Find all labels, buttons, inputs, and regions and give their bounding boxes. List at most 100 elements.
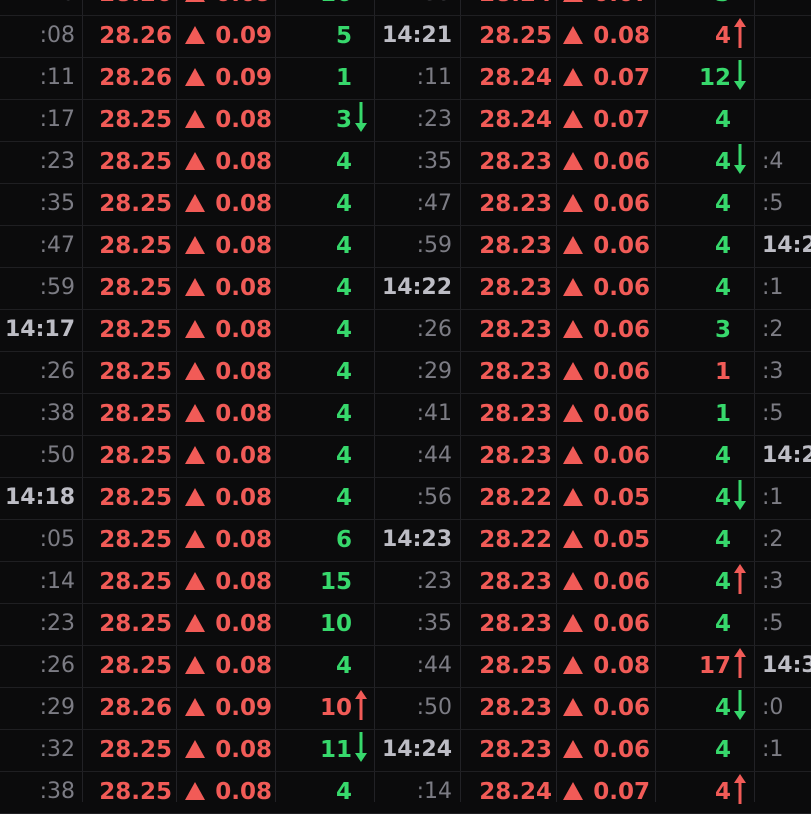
triangle-up-icon bbox=[185, 572, 206, 590]
change-number: 0.06 bbox=[593, 149, 650, 175]
change-value: 0.08 bbox=[185, 183, 272, 225]
volume-value: 10 bbox=[320, 687, 368, 729]
change-number: 0.06 bbox=[593, 443, 650, 469]
triangle-up-icon bbox=[563, 152, 584, 170]
trade-time: :59 bbox=[416, 233, 452, 258]
volume-value: 15 bbox=[320, 561, 352, 603]
trade-row[interactable]: :29 28.26 0.09 10:50 28.23 0.06 4:0 bbox=[0, 687, 811, 730]
trade-time: :4 bbox=[762, 149, 784, 174]
volume-value: 4 bbox=[715, 477, 747, 519]
trade-time: :26 bbox=[39, 359, 75, 384]
trade-row[interactable]: :50 28.25 0.08 4:44 28.23 0.06 4 14:2 bbox=[0, 435, 811, 478]
trade-row[interactable]: :38 28.25 0.08 4:41 28.23 0.06 1:5 bbox=[0, 393, 811, 436]
trade-row[interactable]: :23 28.25 0.08 10:35 28.23 0.06 4:5 bbox=[0, 603, 811, 646]
trade-price: 28.25 bbox=[99, 443, 172, 469]
trade-price: 28.25 bbox=[99, 779, 172, 805]
volume-value: 4 bbox=[336, 645, 352, 687]
trade-price: 28.25 bbox=[99, 653, 172, 679]
change-value: 0.08 bbox=[185, 351, 272, 393]
change-value: 0.09 bbox=[185, 687, 272, 729]
trade-time: :59 bbox=[39, 275, 75, 300]
triangle-up-icon bbox=[185, 698, 206, 716]
volume-value: 3 bbox=[336, 99, 368, 141]
volume-value: 3 bbox=[715, 309, 731, 351]
trade-row[interactable]: :32 28.25 0.08 11 14:24 28.23 0.06 4:1 bbox=[0, 729, 811, 772]
trade-price: 28.23 bbox=[479, 359, 552, 385]
trade-row[interactable]: :26 28.25 0.08 4:44 28.25 0.08 17 14:3 bbox=[0, 645, 811, 688]
trade-row[interactable]: 14:17 28.25 0.08 4:26 28.23 0.06 3:2 bbox=[0, 309, 811, 352]
change-number: 0.07 bbox=[593, 0, 650, 7]
volume-value: 4 bbox=[715, 183, 731, 225]
trade-time: 14:2 bbox=[762, 233, 811, 258]
triangle-up-icon bbox=[185, 446, 206, 464]
triangle-up-icon bbox=[185, 278, 206, 296]
change-value: 0.06 bbox=[562, 687, 650, 729]
change-value: 0.08 bbox=[185, 561, 272, 603]
volume-number: 4 bbox=[335, 779, 352, 805]
triangle-up-icon bbox=[563, 362, 584, 380]
change-number: 0.08 bbox=[215, 233, 272, 259]
arrow-down-icon bbox=[355, 102, 367, 132]
trade-price: 28.24 bbox=[479, 65, 552, 91]
change-number: 0.06 bbox=[593, 191, 650, 217]
volume-value: 1 bbox=[715, 351, 731, 393]
volume-number: 4 bbox=[335, 191, 352, 217]
triangle-up-icon bbox=[563, 320, 584, 338]
time-and-sales-grid[interactable]: 14:1628.260.0916:5928.240.073:0828.260.0… bbox=[0, 0, 811, 814]
trade-row[interactable]: :08 28.26 0.09 5 14:21 28.25 0.08 4 bbox=[0, 15, 811, 58]
change-number: 0.06 bbox=[593, 401, 650, 427]
volume-number: 11 bbox=[319, 737, 352, 763]
trade-price: 28.24 bbox=[479, 107, 552, 133]
trade-row[interactable]: :59 28.25 0.08 4 14:22 28.23 0.06 4:1 bbox=[0, 267, 811, 310]
trade-row-partial[interactable]: 14:16 28.26 0.09 16:59 28.24 0.07 3 bbox=[0, 0, 811, 16]
change-number: 0.08 bbox=[215, 443, 272, 469]
trade-row[interactable]: :35 28.25 0.08 4:47 28.23 0.06 4:5 bbox=[0, 183, 811, 226]
volume-number: 3 bbox=[715, 0, 731, 7]
change-value: 0.06 bbox=[562, 309, 650, 351]
trade-row[interactable]: :26 28.25 0.08 4:29 28.23 0.06 1:3 bbox=[0, 351, 811, 394]
change-value: 0.06 bbox=[562, 603, 650, 645]
triangle-up-icon bbox=[185, 236, 206, 254]
volume-number: 4 bbox=[335, 443, 352, 469]
volume-value: 4 bbox=[715, 771, 747, 813]
volume-value: 4 bbox=[715, 561, 747, 603]
triangle-up-icon bbox=[185, 152, 206, 170]
change-number: 0.09 bbox=[215, 695, 272, 721]
change-number: 0.08 bbox=[215, 317, 272, 343]
trade-time: 14:21 bbox=[381, 23, 452, 48]
trade-row[interactable]: :17 28.25 0.08 3:23 28.24 0.07 4 bbox=[0, 99, 811, 142]
volume-value: 4 bbox=[715, 225, 731, 267]
triangle-up-icon bbox=[185, 320, 206, 338]
volume-value: 4 bbox=[336, 351, 352, 393]
change-number: 0.06 bbox=[593, 275, 650, 301]
trade-row[interactable]: :05 28.25 0.08 6 14:23 28.22 0.05 4:2 bbox=[0, 519, 811, 562]
triangle-up-icon bbox=[185, 362, 206, 380]
trade-price: 28.25 bbox=[99, 149, 172, 175]
volume-value: 17 bbox=[699, 645, 747, 687]
change-value: 0.06 bbox=[562, 225, 650, 267]
trade-time: 14:16 bbox=[12, 0, 75, 15]
trade-price: 28.25 bbox=[479, 23, 552, 49]
trade-row[interactable]: :14 28.25 0.08 15:23 28.23 0.06 4:3 bbox=[0, 561, 811, 604]
trade-row[interactable]: :38 28.25 0.08 4:14 28.24 0.07 4 bbox=[0, 771, 811, 814]
trade-row[interactable]: :23 28.25 0.08 4:35 28.23 0.06 4:4 bbox=[0, 141, 811, 184]
trade-row[interactable]: :11 28.26 0.09 1:11 28.24 0.07 12 bbox=[0, 57, 811, 100]
change-value: 0.08 bbox=[185, 309, 272, 351]
volume-number: 16 bbox=[320, 0, 352, 7]
trade-time: :5 bbox=[762, 191, 784, 216]
volume-number: 4 bbox=[714, 611, 731, 637]
trade-time: :1 bbox=[762, 737, 784, 762]
trade-time: :05 bbox=[39, 527, 75, 552]
change-number: 0.08 bbox=[215, 401, 272, 427]
trade-time: 14:17 bbox=[4, 317, 75, 342]
volume-value: 4 bbox=[336, 477, 352, 519]
volume-number: 4 bbox=[714, 569, 731, 595]
trade-row[interactable]: :47 28.25 0.08 4:59 28.23 0.06 4 14:2 bbox=[0, 225, 811, 268]
triangle-up-icon bbox=[185, 614, 206, 632]
volume-value: 4 bbox=[336, 225, 352, 267]
volume-number: 4 bbox=[335, 485, 352, 511]
volume-value: 4 bbox=[715, 15, 747, 57]
trade-row[interactable]: 14:18 28.25 0.08 4:56 28.22 0.05 4:1 bbox=[0, 477, 811, 520]
triangle-up-icon bbox=[185, 404, 206, 422]
change-number: 0.08 bbox=[215, 485, 272, 511]
